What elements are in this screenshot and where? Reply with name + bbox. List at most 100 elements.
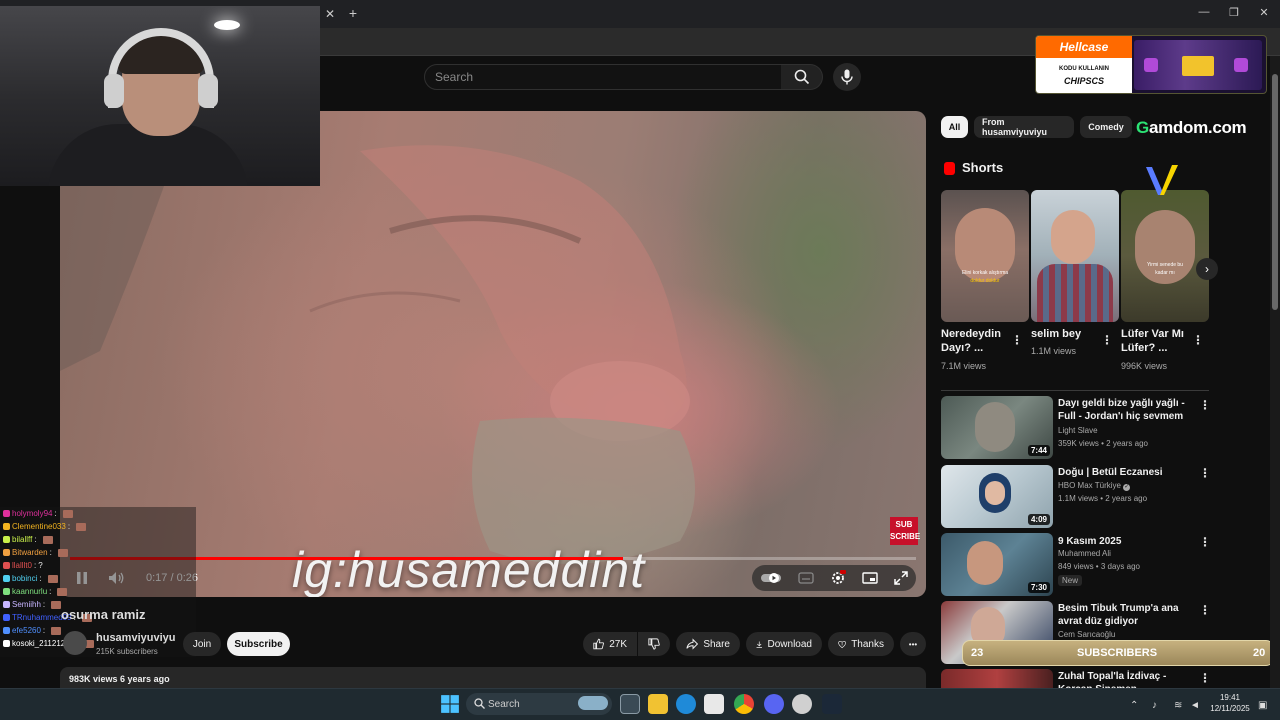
chat-separator: :	[54, 509, 57, 518]
share-icon	[686, 638, 699, 650]
rec-3-menu-icon[interactable]: ⋮	[1199, 536, 1211, 548]
subscribers-goal-target: 20	[1253, 647, 1266, 659]
chat-username: llalllt0	[12, 561, 33, 570]
share-button[interactable]: Share	[676, 632, 740, 656]
scrollbar-thumb[interactable]	[1272, 74, 1278, 310]
rec-title-1[interactable]: Dayı geldi bize yağlı yağlı - Full - Jor…	[1058, 397, 1196, 423]
short-2-face	[1051, 210, 1095, 264]
edge-browser-icon[interactable]	[676, 694, 696, 714]
voice-search-button[interactable]	[833, 63, 861, 91]
search-button[interactable]	[781, 64, 823, 90]
chat-separator: :	[49, 587, 52, 596]
taskbar-search-icon	[474, 698, 485, 709]
chat-separator: :	[67, 522, 71, 531]
join-button[interactable]: Join	[183, 632, 221, 656]
short-title-1[interactable]: Neredeydin Dayı? ...	[941, 327, 1016, 355]
chip-all[interactable]: All	[941, 116, 968, 138]
chat-username: Clementine033	[12, 522, 66, 531]
short-thumbnail-1[interactable]: Elini korkak alıştırma doldur doldur	[941, 190, 1029, 322]
chip-comedy[interactable]: Comedy	[1080, 116, 1132, 138]
rec-title-3[interactable]: 9 Kasım 2025	[1058, 535, 1196, 548]
tray-volume-icon[interactable]: ◄	[1190, 700, 1200, 711]
chat-badge-icon	[3, 588, 10, 595]
share-label: Share	[703, 638, 730, 650]
rec-channel-3[interactable]: Muhammed Ali	[1058, 549, 1111, 558]
rec-title-2[interactable]: Doğu | Betül Eczanesi	[1058, 466, 1196, 479]
short-3-menu-icon[interactable]: ⋮	[1192, 334, 1204, 346]
discord-icon[interactable]	[764, 694, 784, 714]
rec-thumbnail-5[interactable]	[941, 669, 1053, 688]
chat-badge-icon	[3, 562, 10, 569]
chat-username: efe5260	[12, 626, 41, 635]
rec-title-5[interactable]: Zuhal Topal'la İzdivaç - Korcan Sinemen	[1058, 670, 1196, 688]
chat-badge-icon	[3, 523, 10, 530]
tray-wifi-icon[interactable]: ≋	[1174, 700, 1182, 711]
download-button[interactable]: Download	[746, 632, 822, 656]
taskbar-clock[interactable]: 19:41 12/11/2025	[1206, 692, 1254, 714]
rec-5-menu-icon[interactable]: ⋮	[1199, 672, 1211, 684]
rec-2-menu-icon[interactable]: ⋮	[1199, 467, 1211, 479]
channel-name[interactable]: husamviyuviyu	[96, 632, 175, 644]
shorts-next-button[interactable]: ›	[1196, 258, 1218, 280]
progress-bar[interactable]	[70, 557, 916, 560]
subscribe-button[interactable]: Subscribe	[227, 632, 290, 656]
autoplay-toggle-icon[interactable]	[760, 572, 782, 584]
shorts-icon	[944, 162, 955, 175]
window-close-button[interactable]: ✕	[1254, 6, 1274, 19]
thanks-button[interactable]: Thanks	[828, 632, 894, 656]
headphone-cup-right	[198, 74, 218, 108]
search-input[interactable]	[425, 65, 781, 89]
chat-line: holymoly94:	[0, 507, 196, 520]
more-actions-button[interactable]: •••	[900, 632, 926, 656]
rec-thumbnail-2[interactable]: 4:09	[941, 465, 1053, 528]
gem-icon	[1144, 58, 1158, 72]
task-view-icon[interactable]	[620, 694, 640, 714]
notification-bell-icon[interactable]: ▣	[1258, 700, 1267, 711]
rec-channel-2[interactable]: HBO Max Türkiye ✓	[1058, 481, 1131, 491]
rec-thumbnail-1[interactable]: 7:44	[941, 396, 1053, 459]
short-title-2[interactable]: selim bey	[1031, 327, 1106, 341]
captions-icon[interactable]	[798, 572, 814, 584]
like-button[interactable]: 27K	[583, 632, 637, 656]
tray-mic-icon[interactable]: ♪	[1152, 700, 1157, 711]
new-tab-button[interactable]: +	[345, 5, 361, 21]
rec-title-4[interactable]: Besim Tibuk Trump'a ana avrat düz gidiyo…	[1058, 602, 1196, 628]
short-title-3[interactable]: Lüfer Var Mı Lüfer? ...	[1121, 327, 1196, 355]
rec-channel-4[interactable]: Cem Sarıcaoğlu	[1058, 630, 1115, 639]
chip-from-channel[interactable]: From husamviyuviyu	[974, 116, 1074, 138]
chrome-browser-icon[interactable]	[734, 694, 754, 714]
miniplayer-icon[interactable]	[862, 572, 878, 584]
channel-avatar[interactable]	[63, 631, 87, 655]
steam-icon[interactable]	[822, 694, 842, 714]
rec-channel-1[interactable]: Light Slave	[1058, 426, 1098, 435]
hellcase-ad-artwork	[1134, 40, 1262, 90]
short-2-menu-icon[interactable]: ⋮	[1101, 334, 1113, 346]
rec-thumbnail-3[interactable]: 7:30	[941, 533, 1053, 596]
chat-username: Bitwarden	[12, 548, 48, 557]
short-thumbnail-2[interactable]	[1031, 190, 1119, 322]
tray-chevron-up-icon[interactable]: ⌃	[1130, 700, 1138, 711]
short-1-caption-2: doldur doldur	[970, 278, 1000, 284]
chat-badge-icon	[3, 614, 10, 621]
short-thumbnail-3[interactable]: Yirmi senede bu kadar mı	[1121, 190, 1209, 322]
rec-4-menu-icon[interactable]: ⋮	[1199, 604, 1211, 616]
short-1-menu-icon[interactable]: ⋮	[1011, 334, 1023, 346]
chat-separator: :	[34, 535, 37, 544]
dislike-button[interactable]	[638, 632, 670, 656]
minimize-button[interactable]: —	[1194, 6, 1214, 18]
app-icon[interactable]	[792, 694, 812, 714]
maximize-button[interactable]: ❐	[1224, 6, 1244, 19]
fullscreen-icon[interactable]	[894, 571, 908, 585]
page-scrollbar[interactable]	[1270, 56, 1280, 688]
subscribe-watermark-badge[interactable]: SUB SCRIBE	[890, 517, 920, 545]
store-icon[interactable]	[704, 694, 724, 714]
subscribers-goal-current: 23	[971, 647, 984, 659]
thumbs-down-icon	[648, 638, 660, 650]
taskbar-widget-icon[interactable]	[578, 696, 608, 710]
video-title: osurma ramiz	[61, 607, 146, 622]
rec-1-menu-icon[interactable]: ⋮	[1199, 399, 1211, 411]
tab-close-button[interactable]: ✕	[322, 6, 338, 22]
file-explorer-icon[interactable]	[648, 694, 668, 714]
windows-start-icon[interactable]	[440, 694, 460, 714]
settings-gear-icon[interactable]	[830, 570, 846, 586]
